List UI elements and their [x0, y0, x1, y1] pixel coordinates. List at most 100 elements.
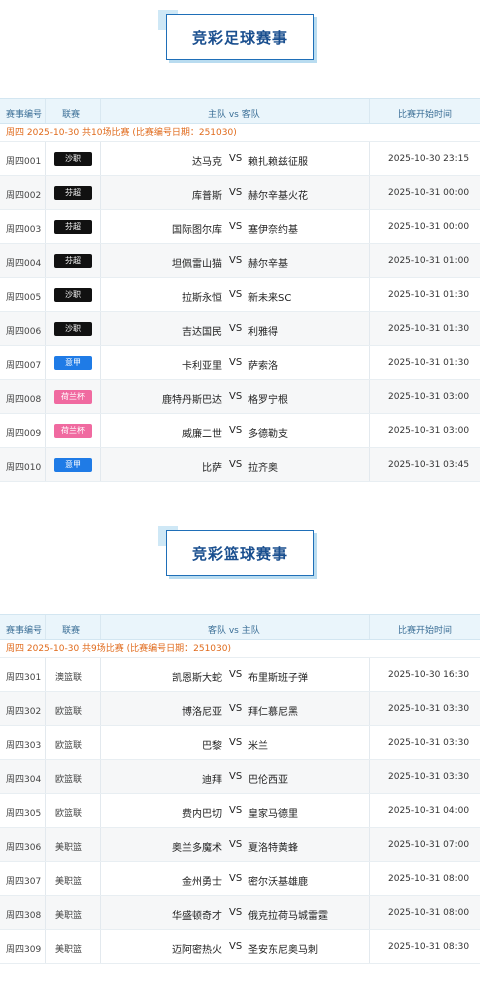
team-right: 赫尔辛基	[248, 259, 288, 270]
vs-label: VS	[229, 255, 243, 266]
football-section-title: 竞彩足球赛事	[166, 14, 314, 60]
team-right: 新未来SC	[248, 293, 292, 304]
match-row[interactable]: 周四301 澳篮联 凯恩斯大蛇 VS 布里斯班子弹 2025-10-30 16:…	[0, 658, 480, 692]
vs-label: VS	[229, 839, 243, 850]
match-row[interactable]: 周四005 沙职 拉斯永恒 VS 新未来SC 2025-10-31 01:30	[0, 278, 480, 312]
match-row[interactable]: 周四007 意甲 卡利亚里 VS 萨索洛 2025-10-31 01:30	[0, 346, 480, 380]
match-id: 周四004	[6, 259, 42, 269]
vs-label: VS	[229, 425, 243, 436]
team-left: 坦佩雷山猫	[172, 259, 222, 270]
match-id: 周四302	[6, 707, 42, 717]
match-time: 2025-10-31 04:00	[388, 806, 470, 816]
match-row[interactable]: 周四307 美职篮 金州勇士 VS 密尔沃基雄鹿 2025-10-31 08:0…	[0, 862, 480, 896]
football-rows: 周四001 沙职 达马克 VS 赖扎赖兹征服 2025-10-30 23:15 …	[0, 142, 480, 482]
match-id: 周四308	[6, 911, 42, 921]
vs-label: VS	[229, 669, 243, 680]
vs-label: VS	[229, 187, 243, 198]
match-time: 2025-10-31 00:00	[388, 222, 470, 232]
basketball-table: 赛事编号 联赛 客队 vs 主队 比赛开始时间 周四 2025-10-30 共9…	[0, 614, 480, 964]
team-left: 凯恩斯大蛇	[172, 673, 222, 684]
league-label: 美职篮	[55, 843, 83, 853]
league-label: 澳篮联	[55, 673, 83, 683]
match-row[interactable]: 周四009 荷兰杯 威廉二世 VS 多德勒支 2025-10-31 03:00	[0, 414, 480, 448]
league-badge: 芬超	[54, 220, 92, 234]
header-id: 赛事编号	[6, 626, 43, 636]
match-row[interactable]: 周四308 美职篮 华盛顿奇才 VS 俄克拉荷马城雷霆 2025-10-31 0…	[0, 896, 480, 930]
vs-label: VS	[229, 323, 243, 334]
team-right: 夏洛特黄蜂	[248, 843, 298, 854]
team-left: 迈阿密热火	[172, 945, 222, 956]
team-left: 拉斯永恒	[182, 293, 222, 304]
table-header: 赛事编号 联赛 客队 vs 主队 比赛开始时间	[0, 614, 480, 640]
league-label: 美职篮	[55, 911, 83, 921]
vs-label: VS	[229, 703, 243, 714]
league-badge: 芬超	[54, 254, 92, 268]
match-row[interactable]: 周四003 芬超 国际图尔库 VS 塞伊奈约基 2025-10-31 00:00	[0, 210, 480, 244]
match-id: 周四009	[6, 429, 42, 439]
match-row[interactable]: 周四002 芬超 库普斯 VS 赫尔辛基火花 2025-10-31 00:00	[0, 176, 480, 210]
vs-label: VS	[229, 907, 243, 918]
match-id: 周四307	[6, 877, 42, 887]
match-row[interactable]: 周四008 荷兰杯 鹿特丹斯巴达 VS 格罗宁根 2025-10-31 03:0…	[0, 380, 480, 414]
team-left: 卡利亚里	[182, 361, 222, 372]
match-time: 2025-10-31 01:30	[388, 358, 470, 368]
league-badge: 意甲	[54, 458, 92, 472]
match-time: 2025-10-31 08:00	[388, 874, 470, 884]
match-row[interactable]: 周四010 意甲 比萨 VS 拉齐奥 2025-10-31 03:45	[0, 448, 480, 482]
team-left: 比萨	[202, 463, 222, 474]
team-left: 费内巴切	[182, 809, 222, 820]
table-header: 赛事编号 联赛 主队 vs 客队 比赛开始时间	[0, 98, 480, 124]
team-right: 赫尔辛基火花	[248, 191, 308, 202]
vs-label: VS	[229, 153, 243, 164]
match-time: 2025-10-31 03:45	[388, 460, 470, 470]
match-time: 2025-10-31 03:30	[388, 738, 470, 748]
league-badge: 荷兰杯	[54, 390, 92, 404]
league-label: 美职篮	[55, 877, 83, 887]
vs-label: VS	[229, 459, 243, 470]
team-right: 塞伊奈约基	[248, 225, 298, 236]
match-time: 2025-10-31 03:00	[388, 392, 470, 402]
team-right: 萨索洛	[248, 361, 278, 372]
team-left: 国际图尔库	[172, 225, 222, 236]
match-row[interactable]: 周四306 美职篮 奥兰多魔术 VS 夏洛特黄蜂 2025-10-31 07:0…	[0, 828, 480, 862]
match-id: 周四008	[6, 395, 42, 405]
team-right: 圣安东尼奥马刺	[248, 945, 318, 956]
team-left: 金州勇士	[182, 877, 222, 888]
basketball-section-title: 竞彩篮球赛事	[166, 530, 314, 576]
match-time: 2025-10-31 00:00	[388, 188, 470, 198]
match-row[interactable]: 周四305 欧篮联 费内巴切 VS 皇家马德里 2025-10-31 04:00	[0, 794, 480, 828]
team-left: 巴黎	[202, 741, 222, 752]
match-id: 周四010	[6, 463, 42, 473]
team-right: 赖扎赖兹征服	[248, 157, 308, 168]
header-teams: 主队 vs 客队	[208, 110, 260, 120]
match-time: 2025-10-30 16:30	[388, 670, 470, 680]
match-row[interactable]: 周四303 欧篮联 巴黎 VS 米兰 2025-10-31 03:30	[0, 726, 480, 760]
team-right: 皇家马德里	[248, 809, 298, 820]
match-row[interactable]: 周四004 芬超 坦佩雷山猫 VS 赫尔辛基 2025-10-31 01:00	[0, 244, 480, 278]
header-time: 比赛开始时间	[398, 626, 453, 636]
team-left: 鹿特丹斯巴达	[162, 395, 222, 406]
league-badge: 沙职	[54, 152, 92, 166]
match-row[interactable]: 周四309 美职篮 迈阿密热火 VS 圣安东尼奥马刺 2025-10-31 08…	[0, 930, 480, 964]
vs-label: VS	[229, 873, 243, 884]
team-left: 达马克	[192, 157, 222, 168]
team-left: 奥兰多魔术	[172, 843, 222, 854]
league-badge: 芬超	[54, 186, 92, 200]
header-time: 比赛开始时间	[398, 110, 453, 120]
match-id: 周四301	[6, 673, 42, 683]
league-label: 欧篮联	[55, 707, 83, 717]
match-id: 周四001	[6, 157, 42, 167]
match-id: 周四304	[6, 775, 42, 785]
match-id: 周四303	[6, 741, 42, 751]
team-right: 俄克拉荷马城雷霆	[248, 911, 328, 922]
match-id: 周四005	[6, 293, 42, 303]
team-right: 布里斯班子弹	[248, 673, 308, 684]
match-time: 2025-10-31 03:00	[388, 426, 470, 436]
match-row[interactable]: 周四304 欧篮联 迪拜 VS 巴伦西亚 2025-10-31 03:30	[0, 760, 480, 794]
vs-label: VS	[229, 805, 243, 816]
date-line: 周四 2025-10-30 共9场比赛 (比赛编号日期：251030)	[0, 640, 480, 658]
match-row[interactable]: 周四001 沙职 达马克 VS 赖扎赖兹征服 2025-10-30 23:15	[0, 142, 480, 176]
match-row[interactable]: 周四302 欧篮联 博洛尼亚 VS 拜仁慕尼黑 2025-10-31 03:30	[0, 692, 480, 726]
match-time: 2025-10-31 08:30	[388, 942, 470, 952]
match-row[interactable]: 周四006 沙职 吉达国民 VS 利雅得 2025-10-31 01:30	[0, 312, 480, 346]
